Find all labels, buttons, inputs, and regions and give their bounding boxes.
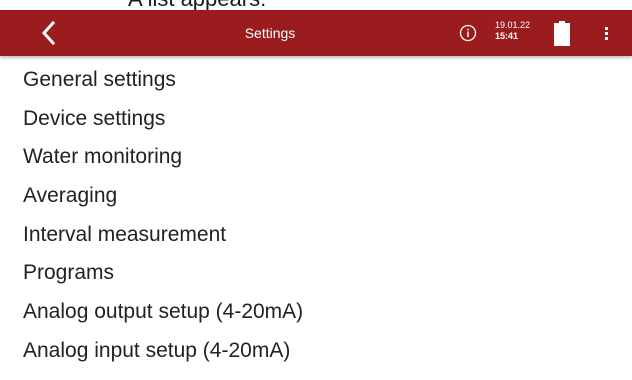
date-label: 19.01.22 [495,20,531,30]
time-label: 15:41 [495,31,519,41]
list-item-programs[interactable]: Programs [0,254,632,293]
list-item-device-settings[interactable]: Device settings [0,100,632,139]
page-title: Settings [244,25,296,41]
battery-icon [554,21,570,46]
settings-list: General settings Device settings Water m… [0,61,632,371]
list-item-analog-output-setup[interactable]: Analog output setup (4-20mA) [0,293,632,332]
app-header: Settings 19.01.22 15:41 [0,10,632,56]
caption-text: A list appears: [128,0,266,10]
list-item-analog-input-setup[interactable]: Analog input setup (4-20mA) [0,332,632,371]
list-item-general-settings[interactable]: General settings [0,61,632,100]
menu-dot [604,36,608,40]
date-time: 19.01.22 15:41 [495,20,530,42]
list-item-averaging[interactable]: Averaging [0,177,632,216]
list-item-interval-measurement[interactable]: Interval measurement [0,216,632,255]
caption-fragment: A list appears: [0,0,632,10]
menu-dot [604,26,608,30]
list-item-water-monitoring[interactable]: Water monitoring [0,138,632,177]
chevron-left-icon [41,21,55,45]
menu-dot [604,31,608,35]
more-menu-button[interactable] [596,22,616,44]
back-button[interactable] [26,10,70,56]
info-button[interactable] [459,24,477,42]
info-icon [459,24,477,42]
